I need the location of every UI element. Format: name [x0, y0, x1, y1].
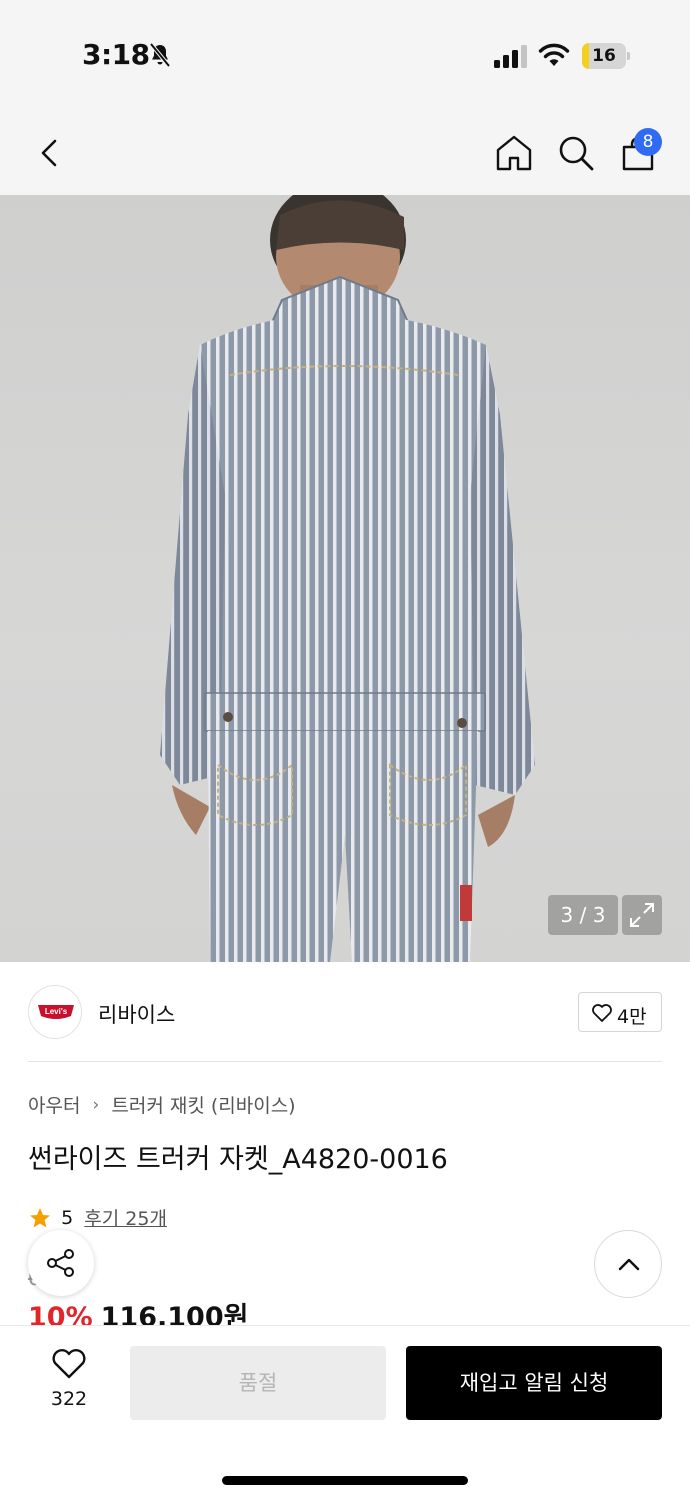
breadcrumb-item-trucker[interactable]: 트러커 재킷 (리바이스) — [111, 1091, 295, 1118]
battery-level: 16 — [592, 46, 616, 66]
rating-row: 5 후기 25개 — [28, 1204, 167, 1232]
expand-image-button[interactable] — [622, 895, 662, 935]
chevron-right-icon: › — [92, 1094, 100, 1115]
brand-logo[interactable]: Levi's — [28, 985, 82, 1039]
rating-score: 5 — [61, 1206, 74, 1229]
breadcrumb-item-outer[interactable]: 아우터 — [28, 1091, 80, 1118]
cellular-signal-icon — [494, 45, 527, 68]
status-bar: 3:18 16 — [0, 0, 690, 105]
scroll-top-button[interactable] — [594, 1230, 662, 1298]
image-counter: 3 / 3 — [548, 895, 618, 935]
brand-like-button[interactable]: 4만 — [578, 992, 662, 1032]
chevron-up-icon — [618, 1258, 640, 1271]
restock-alert-button[interactable]: 재입고 알림 신청 — [406, 1346, 662, 1420]
share-icon — [47, 1249, 74, 1277]
heart-outline-icon — [52, 1349, 86, 1379]
wifi-icon — [538, 43, 570, 66]
divider — [28, 1061, 662, 1062]
sale-price: 116,100원 — [100, 1302, 249, 1327]
brand-name[interactable]: 리바이스 — [98, 999, 175, 1029]
brand-row[interactable]: Levi's 리바이스 4만 — [28, 985, 662, 1041]
status-time: 3:18 — [82, 38, 150, 71]
back-chevron-icon[interactable] — [30, 133, 70, 173]
wishlist-button[interactable]: 322 — [34, 1346, 104, 1416]
soldout-button: 품절 — [130, 1346, 386, 1420]
levis-logo-icon: Levi's — [38, 1005, 74, 1019]
bell-slash-icon — [149, 42, 171, 68]
star-icon — [30, 1207, 50, 1227]
search-icon[interactable] — [556, 133, 596, 173]
home-indicator — [222, 1476, 468, 1485]
battery-icon: 16 — [582, 43, 630, 69]
review-link[interactable]: 후기 25개 — [84, 1204, 167, 1231]
product-title: 썬라이즈 트러커 자켓_A4820-0016 — [28, 1144, 448, 1175]
expand-arrows-icon — [630, 903, 654, 927]
breadcrumb: 아우터 › 트러커 재킷 (리바이스) — [28, 1091, 296, 1118]
cart-count-badge: 8 — [634, 128, 662, 156]
brand-logo-text: Levi's — [45, 1007, 68, 1016]
discount-rate: 10% — [28, 1302, 93, 1327]
share-button[interactable] — [28, 1230, 94, 1296]
nav-bar — [0, 105, 690, 195]
product-image[interactable] — [0, 195, 690, 962]
brand-like-count: 4만 — [617, 1006, 647, 1028]
price-row: 10% 116,100원 — [28, 1295, 248, 1327]
home-icon[interactable] — [494, 133, 534, 173]
wishlist-count: 322 — [50, 1388, 88, 1410]
heart-outline-icon — [592, 1004, 612, 1022]
product-photo — [160, 195, 535, 962]
